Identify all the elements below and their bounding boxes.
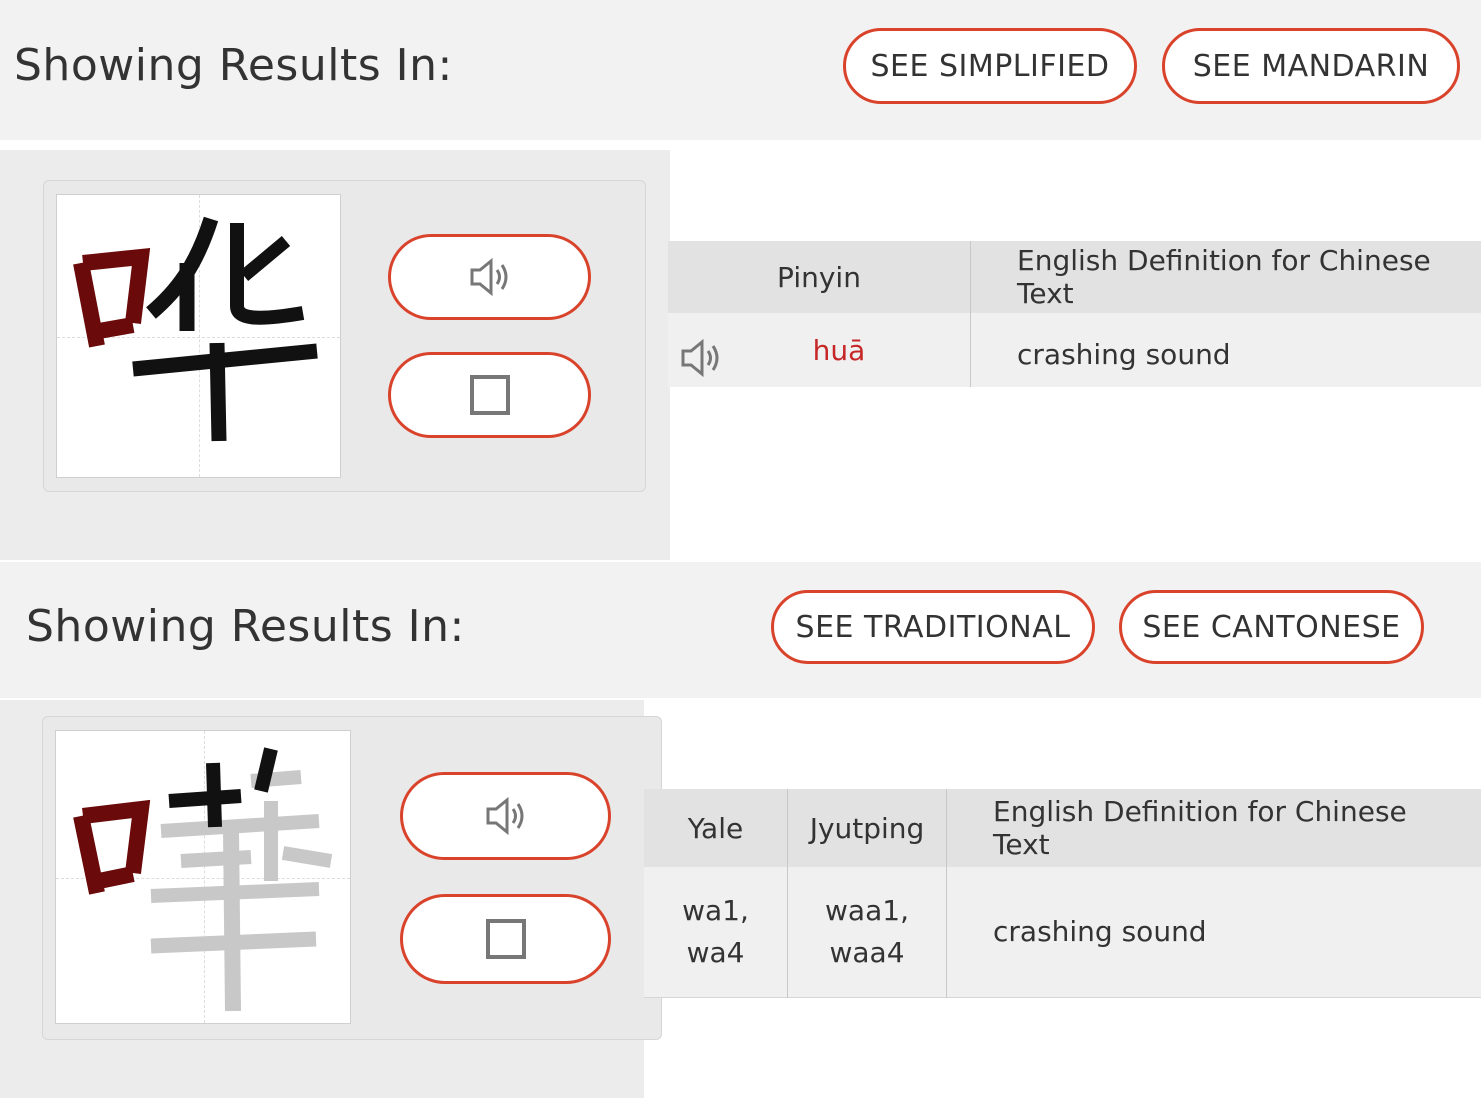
character-stroke (206, 762, 222, 828)
showing-results-label: Showing Results In: (26, 601, 465, 652)
radical-stroke (73, 248, 151, 348)
see-mandarin-button[interactable]: SEE MANDARIN (1162, 28, 1460, 104)
see-traditional-button[interactable]: SEE TRADITIONAL (771, 590, 1095, 664)
column-header-yale: Yale (644, 789, 788, 867)
jyutping-definition-table: Yale Jyutping English Definition for Chi… (644, 789, 1481, 998)
stop-square-icon (469, 375, 510, 415)
radical-stroke (73, 799, 151, 895)
pinyin-value[interactable]: huā (813, 334, 866, 367)
table-row: wa1, wa4 waa1, waa4 crashing sound (644, 867, 1481, 997)
character-glyph (73, 216, 318, 442)
column-header-jyutping: Jyutping (787, 789, 947, 867)
pinyin-definition-table: Pinyin English Definition for Chinese Te… (668, 241, 1481, 387)
table-row: huā crashing sound (668, 313, 1481, 387)
yale-value: wa1, wa4 (644, 867, 788, 997)
speaker-icon (486, 796, 523, 836)
definition-value: crashing sound (946, 867, 1481, 997)
pinyin-audio-icon[interactable] (678, 335, 724, 388)
column-header-definition: English Definition for Chinese Text (946, 789, 1481, 867)
jyutping-value: waa1, waa4 (787, 867, 947, 997)
stop-animation-button[interactable] (400, 894, 611, 984)
character-stroke (239, 236, 291, 281)
play-audio-button[interactable] (400, 772, 611, 860)
character-stroke (132, 343, 318, 377)
speaker-icon (681, 338, 719, 378)
character-writer-box (56, 194, 341, 478)
see-simplified-button[interactable]: SEE SIMPLIFIED (843, 28, 1137, 104)
column-header-definition: English Definition for Chinese Text (970, 241, 1481, 313)
pinyin-cell: huā (668, 313, 971, 387)
see-cantonese-button[interactable]: SEE CANTONESE (1119, 590, 1424, 664)
showing-results-label: Showing Results In: (14, 40, 453, 91)
definition-value: crashing sound (970, 313, 1481, 387)
speaker-icon (470, 257, 507, 297)
character-glyph (73, 747, 333, 1012)
stop-animation-button[interactable] (388, 352, 591, 438)
column-header-pinyin: Pinyin (668, 241, 971, 313)
character-stroke (254, 747, 278, 793)
character-stroke (209, 342, 227, 442)
character-stroke (168, 789, 242, 808)
stop-square-icon (485, 919, 526, 959)
play-audio-button[interactable] (388, 234, 591, 320)
character-writer-box (55, 730, 351, 1024)
